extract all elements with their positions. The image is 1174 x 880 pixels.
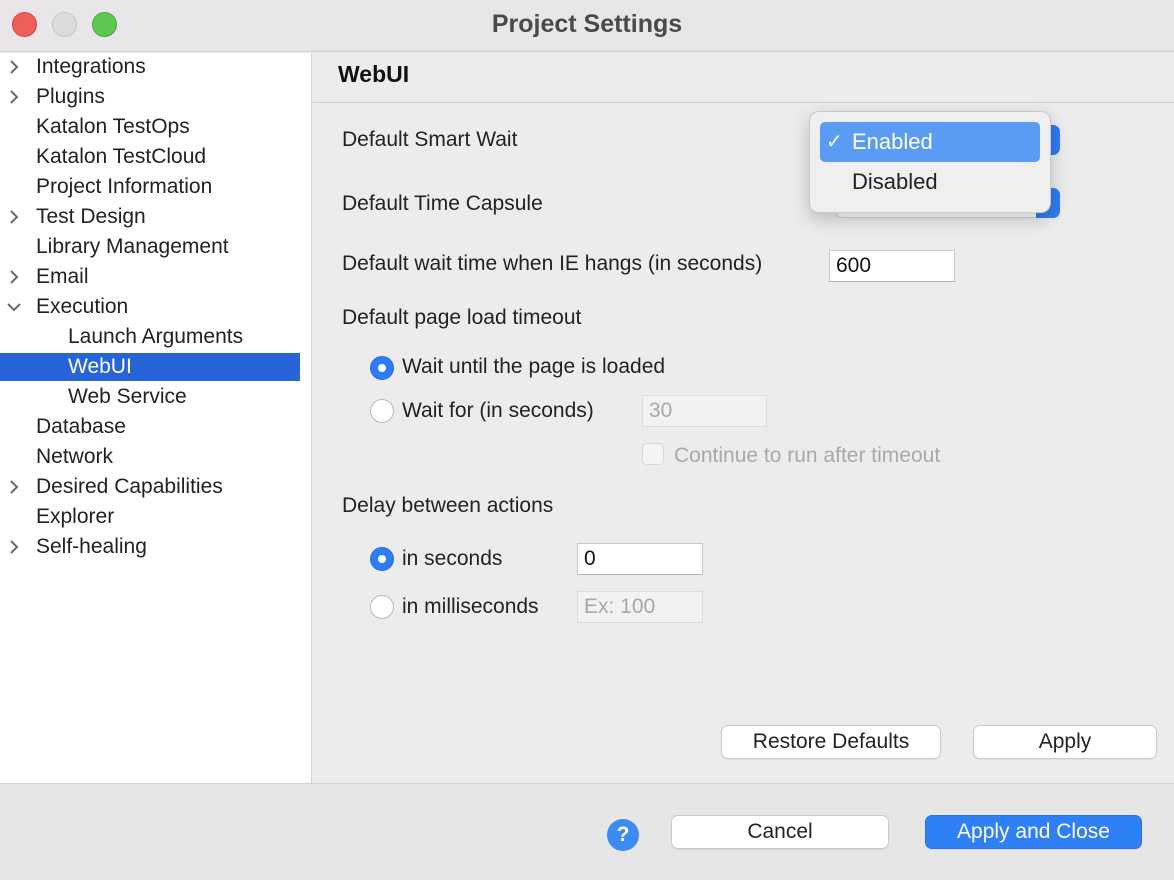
sidebar-item-label: Plugins <box>36 85 105 108</box>
sidebar-item-database[interactable]: Database <box>0 413 300 441</box>
sidebar-item-label: Katalon TestOps <box>36 115 190 138</box>
menu-item-disabled[interactable]: Disabled <box>820 162 1040 202</box>
apply-button[interactable]: Apply <box>973 725 1157 759</box>
sidebar-item-label: Library Management <box>36 235 229 258</box>
window-title: Project Settings <box>491 10 683 38</box>
delay-ms-label[interactable]: in milliseconds <box>402 595 539 619</box>
chevron-right-icon[interactable] <box>5 53 23 81</box>
sidebar-item-self-healing[interactable]: Self-healing <box>0 533 300 561</box>
sidebar-item-label: Launch Arguments <box>68 325 244 348</box>
help-icon[interactable]: ? <box>607 819 639 851</box>
chevron-right-icon[interactable] <box>5 203 23 231</box>
delay-ms-input[interactable]: Ex: 100 <box>577 591 703 623</box>
chevron-down-icon[interactable] <box>5 293 23 321</box>
continue-after-timeout-label: Continue to run after timeout <box>674 444 941 467</box>
chevron-right-icon[interactable] <box>5 533 23 561</box>
sidebar-item-label: Test Design <box>36 205 146 228</box>
sidebar-item-plugins[interactable]: Plugins <box>0 83 300 111</box>
sidebar-item-webui[interactable]: WebUI <box>0 353 300 381</box>
title-bar: Project Settings <box>0 0 1174 52</box>
wait-for-label[interactable]: Wait for (in seconds) <box>402 399 594 423</box>
sidebar-item-explorer[interactable]: Explorer <box>0 503 300 531</box>
page-load-label: Default page load timeout <box>342 306 582 329</box>
sidebar-item-label: Desired Capabilities <box>36 475 223 498</box>
delay-ms-radio[interactable] <box>370 595 394 619</box>
sidebar-item-katalon-testops[interactable]: Katalon TestOps <box>0 113 300 141</box>
delay-seconds-input[interactable]: 0 <box>577 543 703 575</box>
delay-seconds-radio[interactable] <box>370 547 394 571</box>
cancel-button[interactable]: Cancel <box>671 815 889 849</box>
smart-wait-label: Default Smart Wait <box>342 128 518 151</box>
ie-wait-label: Default wait time when IE hangs (in seco… <box>342 252 763 275</box>
sidebar-item-integrations[interactable]: Integrations <box>0 53 300 81</box>
sidebar-item-desired-capabilities[interactable]: Desired Capabilities <box>0 473 300 501</box>
ie-wait-input[interactable]: 600 <box>829 250 955 282</box>
restore-defaults-button[interactable]: Restore Defaults <box>721 725 941 759</box>
sidebar-item-network[interactable]: Network <box>0 443 300 471</box>
smart-wait-menu: ✓ Enabled Disabled <box>809 111 1051 213</box>
sidebar-item-label: Katalon TestCloud <box>36 145 207 168</box>
time-capsule-label: Default Time Capsule <box>342 192 543 215</box>
wait-loaded-radio[interactable] <box>370 356 394 380</box>
sidebar-item-email[interactable]: Email <box>0 263 300 291</box>
sidebar-item-project-information[interactable]: Project Information <box>0 173 300 201</box>
sidebar-item-web-service[interactable]: Web Service <box>0 383 300 411</box>
chevron-right-icon[interactable] <box>5 263 23 291</box>
sidebar-item-label: Web Service <box>68 385 187 408</box>
sidebar-item-label: WebUI <box>68 355 132 378</box>
chevron-right-icon[interactable] <box>5 473 23 501</box>
chevron-right-icon[interactable] <box>5 83 23 111</box>
sidebar-item-label: Email <box>36 265 89 288</box>
sidebar-item-label: Self-healing <box>36 535 147 558</box>
sidebar-item-label: Database <box>36 415 126 438</box>
wait-for-radio[interactable] <box>370 399 394 423</box>
delay-seconds-label[interactable]: in seconds <box>402 547 502 571</box>
sidebar-item-execution[interactable]: Execution <box>0 293 300 321</box>
wait-for-input[interactable]: 30 <box>642 395 767 427</box>
sidebar-item-label: Execution <box>36 295 129 318</box>
checkmark-icon: ✓ <box>826 131 843 153</box>
apply-and-close-button[interactable]: Apply and Close <box>925 815 1142 849</box>
delay-label: Delay between actions <box>342 494 554 517</box>
settings-tree: Integrations Plugins Katalon TestOps Katalo… <box>0 53 312 783</box>
menu-item-enabled[interactable]: ✓ Enabled <box>820 122 1040 162</box>
sidebar-item-label: Project Information <box>36 175 213 198</box>
sidebar-item-test-design[interactable]: Test Design <box>0 203 300 231</box>
sidebar-item-launch-arguments[interactable]: Launch Arguments <box>0 323 300 351</box>
page-header: WebUI <box>313 53 1174 103</box>
continue-after-timeout-checkbox[interactable] <box>642 443 664 465</box>
sidebar-item-label: Network <box>36 445 114 468</box>
sidebar-item-label: Integrations <box>36 55 146 78</box>
page-title: WebUI <box>338 61 410 87</box>
sidebar-item-label: Explorer <box>36 505 115 528</box>
dialog-footer: ? Cancel Apply and Close <box>0 783 1174 880</box>
wait-loaded-label[interactable]: Wait until the page is loaded <box>402 355 665 379</box>
sidebar-item-katalon-testcloud[interactable]: Katalon TestCloud <box>0 143 300 171</box>
sidebar-item-library-management[interactable]: Library Management <box>0 233 300 261</box>
